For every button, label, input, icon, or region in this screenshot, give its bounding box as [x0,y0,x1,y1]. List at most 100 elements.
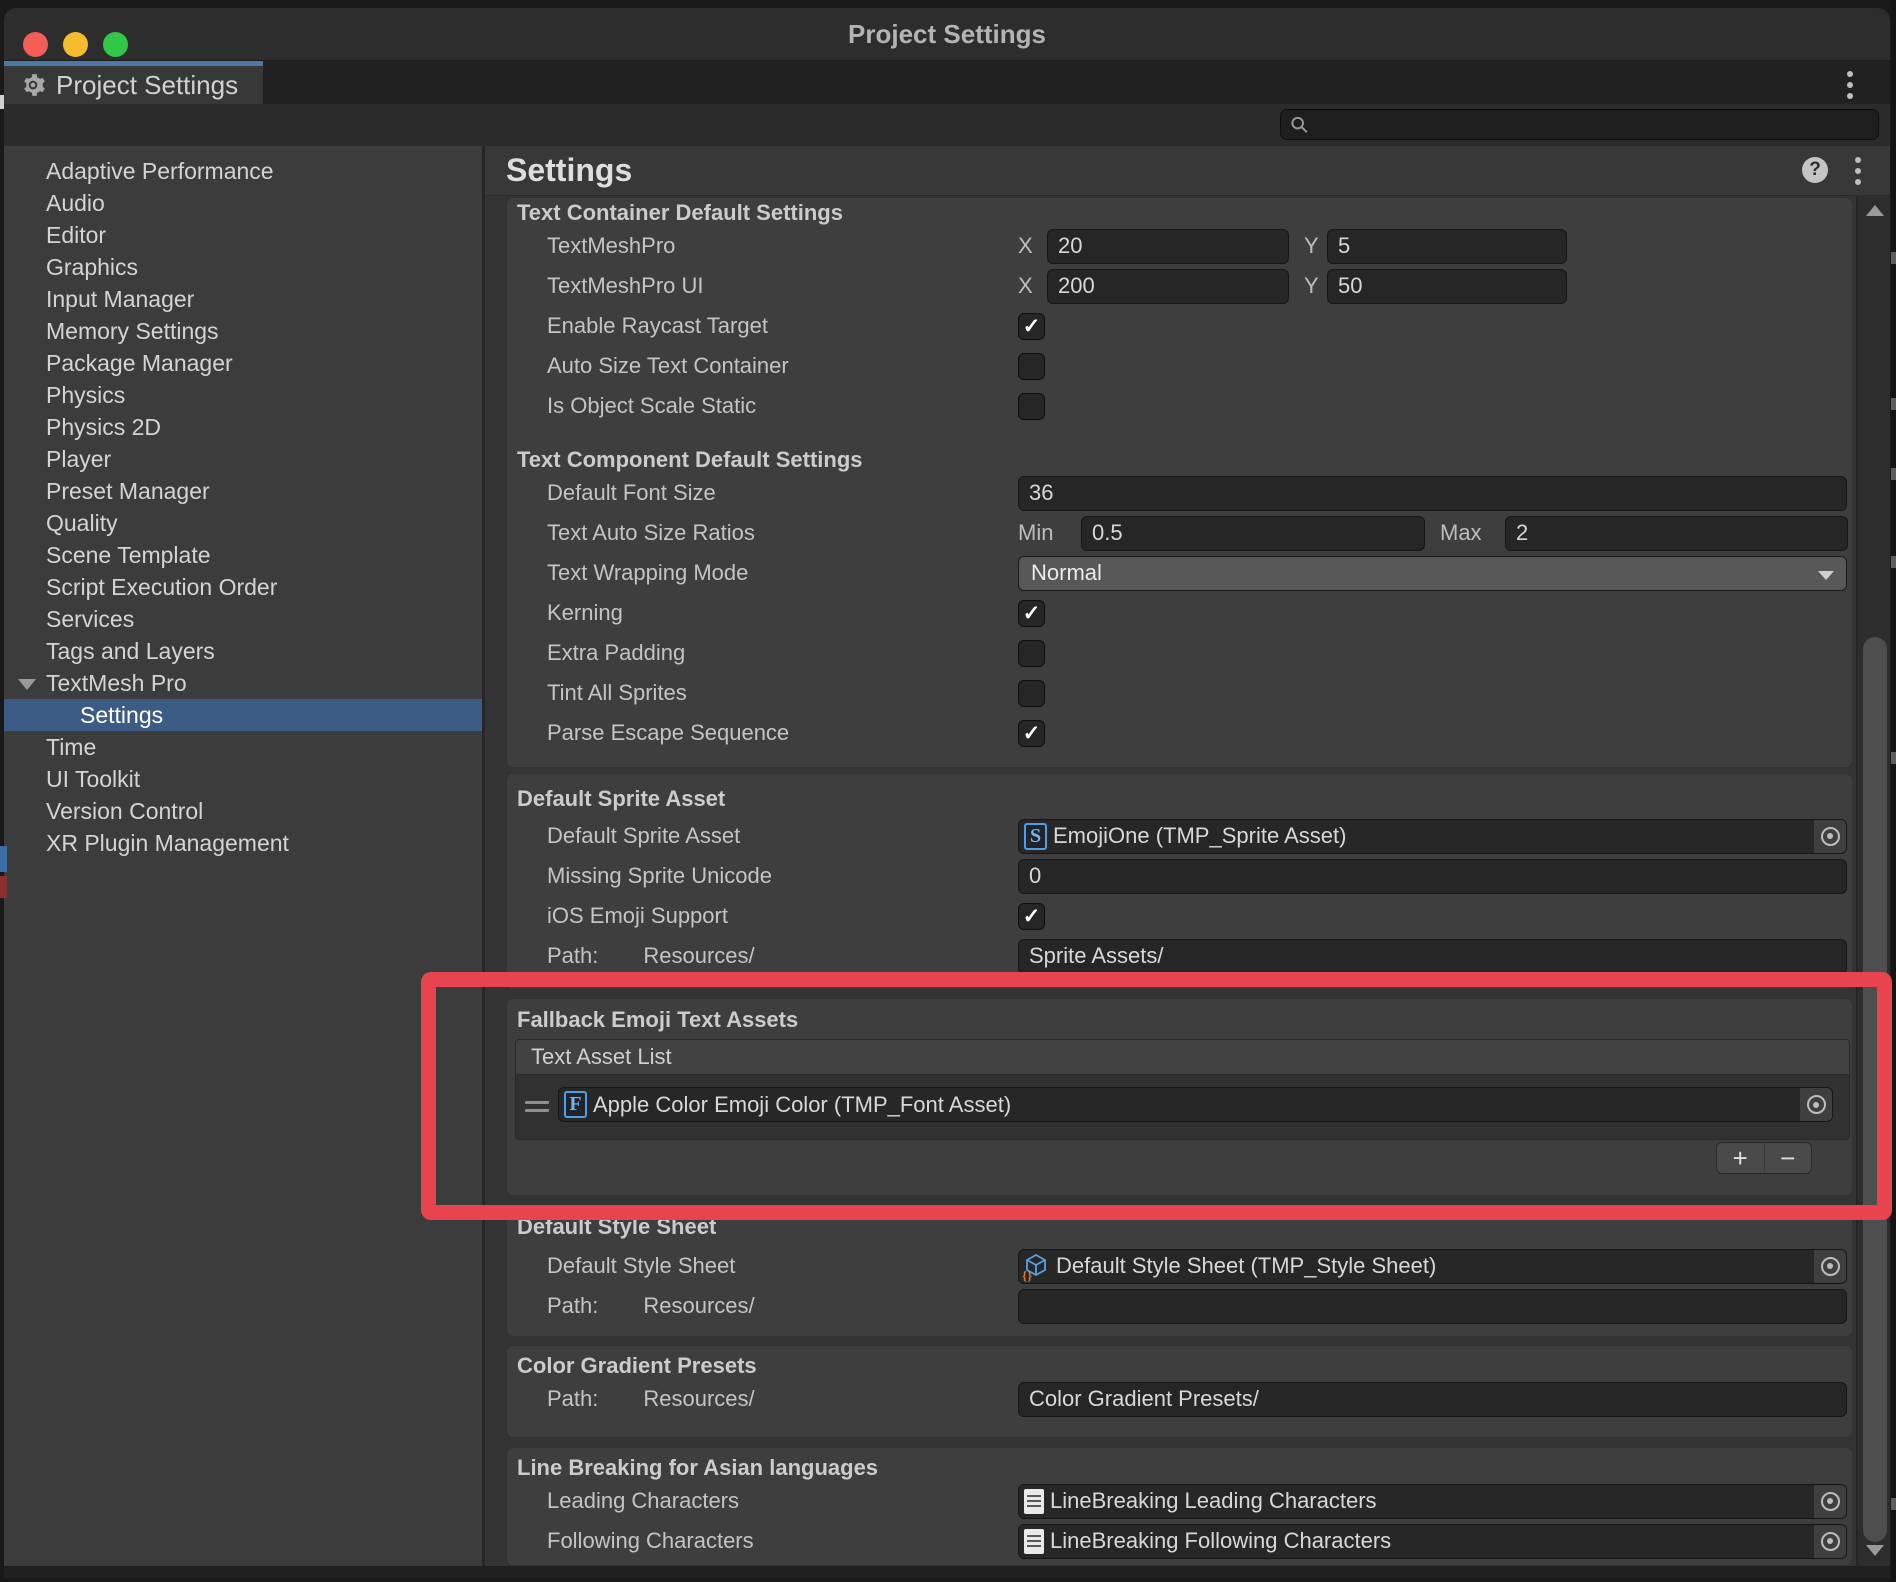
object-picker-button[interactable] [1814,1250,1846,1283]
zoom-window-button[interactable] [103,32,128,57]
object-picker-button[interactable] [1814,1485,1846,1518]
sidebar-item-script-execution-order[interactable]: Script Execution Order [4,571,482,603]
window-title: Project Settings [4,8,1890,61]
help-icon[interactable]: ? [1802,157,1828,183]
search-field[interactable] [1280,109,1879,140]
auto-size-text-container-checkbox[interactable]: ✓ [1018,353,1045,380]
min-value-field[interactable]: 0.5 [1081,516,1425,551]
dropdown-selected-value: Normal [1031,560,1102,586]
sidebar-item-textmesh-pro-settings[interactable]: Settings [4,699,482,731]
sidebar-item-input-manager[interactable]: Input Manager [4,283,482,315]
object-picker-icon [1821,1492,1840,1511]
search-row [4,104,1890,146]
background-window-fragment [1891,252,1896,264]
sidebar-item-physics-2d[interactable]: Physics 2D [4,411,482,443]
sprite-asset-path-field[interactable]: Sprite Assets/ [1018,939,1847,974]
is-object-scale-static-checkbox[interactable]: ✓ [1018,393,1045,420]
main-header: Settings ? [485,146,1890,196]
scroll-down-arrow-icon[interactable] [1866,1545,1884,1556]
ios-emoji-support-checkbox[interactable]: ✓ [1018,903,1045,930]
x-value-field[interactable]: 200 [1047,269,1289,304]
default-font-size-field[interactable]: 36 [1018,476,1847,511]
sidebar-item-services[interactable]: Services [4,603,482,635]
setting-row-default-style-sheet: Default Style Sheet {} Default Style She… [507,1246,1852,1286]
panel-default-style-sheet: Default Style Sheet Default Style Sheet … [506,1210,1853,1337]
x-value-field[interactable]: 20 [1047,229,1289,264]
default-sprite-asset-object-field[interactable]: S EmojiOne (TMP_Sprite Asset) [1018,819,1847,854]
sidebar-item-editor[interactable]: Editor [4,219,482,251]
sidebar-item-tags-and-layers[interactable]: Tags and Layers [4,635,482,667]
sidebar-item-label: TextMesh Pro [46,670,187,697]
sidebar-item-preset-manager[interactable]: Preset Manager [4,475,482,507]
settings-scroll-area: Text Container Default Settings TextMesh… [485,196,1856,1566]
kerning-checkbox[interactable]: ✓ [1018,600,1045,627]
sidebar-item-graphics[interactable]: Graphics [4,251,482,283]
color-gradient-path-field[interactable]: Color Gradient Presets/ [1018,1382,1847,1417]
search-input[interactable] [1310,112,1870,137]
background-window-fragment [1891,556,1896,568]
sidebar-item-audio[interactable]: Audio [4,187,482,219]
max-value-field[interactable]: 2 [1505,516,1848,551]
object-picker-button[interactable] [1800,1088,1832,1121]
section-heading: Default Sprite Asset [517,786,1852,812]
sidebar-item-quality[interactable]: Quality [4,507,482,539]
text-wrapping-mode-dropdown[interactable]: Normal [1018,556,1847,591]
min-label: Min [1018,520,1081,546]
y-value-field[interactable]: 5 [1327,229,1567,264]
header-kebab-menu-icon[interactable] [1846,157,1870,185]
vertical-scrollbar[interactable] [1856,196,1890,1566]
scrollbar-thumb[interactable] [1863,637,1887,1542]
sidebar-item-ui-toolkit[interactable]: UI Toolkit [4,763,482,795]
panel-color-gradient-presets: Color Gradient Presets Path:Resources/ C… [506,1345,1853,1438]
title-bar: Project Settings [4,8,1890,61]
background-window-fragment [1891,1498,1896,1510]
section-heading: Fallback Emoji Text Assets [517,1007,1852,1033]
style-sheet-icon: {} [1024,1253,1050,1280]
close-window-button[interactable] [23,32,48,57]
object-picker-button[interactable] [1814,820,1846,853]
fallback-font-asset-object-field[interactable]: F Apple Color Emoji Color (TMP_Font Asse… [558,1087,1833,1122]
text-asset-icon [1024,1489,1044,1514]
enable-raycast-target-checkbox[interactable]: ✓ [1018,313,1045,340]
setting-row-ios-emoji-support: iOS Emoji Support ✓ [507,896,1852,936]
scroll-up-arrow-icon[interactable] [1866,205,1884,216]
parse-escape-sequence-checkbox[interactable]: ✓ [1018,720,1045,747]
minimize-window-button[interactable] [63,32,88,57]
x-axis-label: X [1018,233,1047,259]
background-window-fragment [0,846,7,872]
sidebar-item-memory-settings[interactable]: Memory Settings [4,315,482,347]
object-picker-button[interactable] [1814,1525,1846,1558]
setting-row-textmeshpro-ui: TextMeshPro UI X 200 Y 50 [507,266,1852,306]
chevron-down-icon [1818,571,1834,580]
settings-category-sidebar: Adaptive Performance Audio Editor Graphi… [4,146,482,1566]
extra-padding-checkbox[interactable]: ✓ [1018,640,1045,667]
sidebar-item-xr-plugin-management[interactable]: XR Plugin Management [4,827,482,859]
sidebar-item-physics[interactable]: Physics [4,379,482,411]
sidebar-item-scene-template[interactable]: Scene Template [4,539,482,571]
sidebar-item-package-manager[interactable]: Package Manager [4,347,482,379]
tint-all-sprites-checkbox[interactable]: ✓ [1018,680,1045,707]
setting-row-extra-padding: Extra Padding ✓ [507,633,1852,673]
sidebar-item-version-control[interactable]: Version Control [4,795,482,827]
leading-characters-object-field[interactable]: LineBreaking Leading Characters [1018,1484,1847,1519]
setting-row-default-sprite-asset: Default Sprite Asset S EmojiOne (TMP_Spr… [507,816,1852,856]
sidebar-item-time[interactable]: Time [4,731,482,763]
missing-sprite-unicode-field[interactable]: 0 [1018,859,1847,894]
object-picker-icon [1821,1257,1840,1276]
sidebar-item-player[interactable]: Player [4,443,482,475]
drag-handle-icon[interactable] [525,1101,549,1112]
sidebar-item-textmesh-pro[interactable]: TextMesh Pro [4,667,482,699]
sidebar-item-adaptive-performance[interactable]: Adaptive Performance [4,155,482,187]
following-characters-object-field[interactable]: LineBreaking Following Characters [1018,1524,1847,1559]
remove-list-item-button[interactable]: − [1764,1143,1812,1173]
disclosure-triangle-icon[interactable] [18,679,36,690]
list-footer-buttons: + − [1716,1142,1812,1174]
tab-project-settings[interactable]: Project Settings [4,61,263,104]
style-sheet-path-field[interactable] [1018,1289,1847,1324]
add-list-item-button[interactable]: + [1717,1143,1764,1173]
y-value-field[interactable]: 50 [1327,269,1567,304]
tab-bar-kebab-menu-icon[interactable] [1838,71,1862,99]
default-style-sheet-object-field[interactable]: {} Default Style Sheet (TMP_Style Sheet) [1018,1249,1847,1284]
setting-row-parse-escape-sequence: Parse Escape Sequence ✓ [507,713,1852,753]
background-window-fragment [0,95,4,109]
